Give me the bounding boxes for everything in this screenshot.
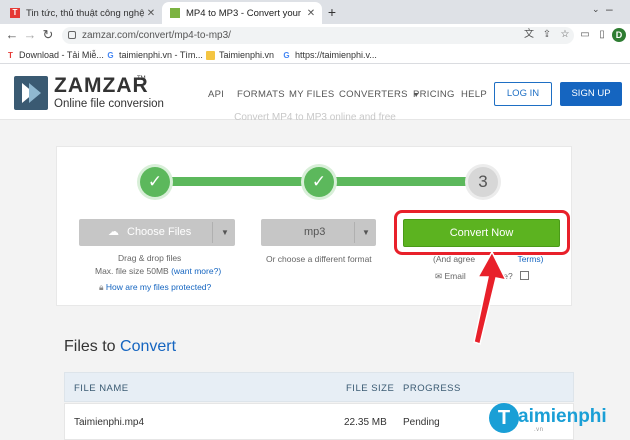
google-icon: G: [283, 50, 290, 60]
format-value: mp3: [304, 226, 326, 238]
column-header: PROGRESS: [403, 383, 461, 394]
max-size-hint: Max. file size 50MB (want more?): [95, 266, 221, 276]
new-tab-icon[interactable]: +: [324, 4, 340, 20]
google-icon: G: [107, 50, 114, 60]
padlock-icon: 🔒︎: [99, 282, 104, 292]
watermark-logo-icon: T: [489, 403, 519, 433]
bookmark-item[interactable]: Taimienphi.vn: [206, 48, 274, 62]
forward-icon[interactable]: →: [22, 27, 38, 43]
bookmark-label: taimienphi.vn - Tìm...: [119, 50, 203, 60]
progress-cell: Pending: [403, 417, 440, 428]
files-protected-row: 🔒︎ How are my files protected?: [99, 282, 211, 293]
tab-title: MP4 to MP3 - Convert your MP4: [186, 7, 304, 19]
tab-title: Tin tức, thủ thuật công nghệ mới: [26, 7, 144, 19]
step-1-check-icon: ✓: [140, 167, 170, 197]
nav-help[interactable]: HELP: [461, 89, 487, 100]
upload-cloud-icon: ☁: [108, 226, 119, 238]
button-divider: [354, 222, 355, 243]
bookmark-label: Download - Tải Miễ...: [19, 50, 104, 60]
zamzar-favicon-icon: [170, 8, 180, 18]
taimienphi-favicon-icon: T: [10, 8, 20, 18]
browser-tab-taimienphi[interactable]: T Tin tức, thủ thuật công nghệ mới ✕: [2, 2, 162, 24]
nav-pricing[interactable]: PRICING: [413, 89, 455, 100]
drag-drop-hint: Drag & drop files: [118, 253, 182, 263]
logo-wordmark[interactable]: ZAMZAR: [54, 74, 149, 98]
extensions-icon[interactable]: ▭: [578, 28, 592, 42]
max-size-text: Max. file size 50MB: [95, 266, 169, 276]
bookmark-item[interactable]: G taimienphi.vn - Tìm...: [106, 48, 203, 62]
folder-icon: [206, 50, 215, 60]
address-bar[interactable]: zamzar.com/convert/mp4-to-mp3/: [62, 27, 574, 44]
file-size-cell: 22.35 MB: [344, 417, 387, 428]
bookmark-star-icon[interactable]: ☆: [558, 28, 572, 42]
lock-icon[interactable]: [68, 31, 76, 39]
reload-icon[interactable]: ↻: [40, 27, 56, 43]
button-divider: [212, 222, 213, 243]
convert-now-button[interactable]: Convert Now: [403, 219, 560, 247]
bookmark-label: Taimienphi.vn: [219, 50, 275, 60]
email-checkbox[interactable]: [520, 271, 529, 280]
nav-my-files[interactable]: MY FILES: [289, 89, 335, 100]
envelope-icon: ✉: [435, 271, 443, 281]
annotation-arrow-icon: [473, 250, 508, 345]
files-title-plain: Files to: [64, 338, 116, 355]
choose-files-label: Choose Files: [127, 226, 192, 238]
nav-converters[interactable]: CONVERTERS ▼: [339, 89, 420, 100]
files-section-title: Files to Convert: [64, 338, 176, 356]
watermark-domain: .vn: [534, 427, 544, 433]
files-title-accent: Convert: [120, 338, 177, 355]
bookmark-label: https://taimienphi.v...: [295, 50, 377, 60]
files-protected-link[interactable]: How are my files protected?: [106, 282, 211, 292]
browser-tab-zamzar[interactable]: MP4 to MP3 - Convert your MP4 ✕: [162, 2, 322, 24]
tab-search-chevron-icon[interactable]: ⌄: [592, 4, 600, 15]
logo-tagline: Online file conversion: [54, 98, 164, 110]
translate-icon[interactable]: 文: [522, 28, 536, 42]
nav-converters-label: CONVERTERS: [339, 89, 408, 100]
trademark-mark: TM: [137, 76, 146, 82]
window-minimize-icon[interactable]: –: [606, 2, 613, 16]
bookmark-item[interactable]: T Download - Tải Miễ...: [6, 48, 104, 62]
nav-api[interactable]: API: [208, 89, 224, 100]
files-table-header: [64, 372, 574, 402]
back-icon[interactable]: ←: [4, 27, 20, 43]
login-button[interactable]: LOG IN: [494, 82, 552, 106]
signup-button[interactable]: SIGN UP: [560, 82, 622, 106]
terms-link[interactable]: Terms): [517, 254, 543, 264]
format-hint: Or choose a different format: [266, 254, 372, 264]
profile-avatar[interactable]: D: [612, 28, 626, 42]
page-subtitle: Convert MP4 to MP3 online and free: [234, 112, 396, 123]
progress-segment: [165, 177, 308, 186]
step-3-indicator: 3: [468, 167, 498, 197]
share-icon[interactable]: ⇪: [540, 28, 554, 42]
chevron-down-icon[interactable]: ▼: [359, 219, 373, 246]
taimienphi-bookmark-icon: T: [8, 50, 13, 60]
file-name-cell: Taimienphi.mp4: [74, 417, 145, 428]
sidepanel-icon[interactable]: ▯: [595, 28, 609, 42]
step-2-check-icon: ✓: [304, 167, 334, 197]
zamzar-logo-icon[interactable]: [14, 76, 48, 110]
nav-formats[interactable]: FORMATS: [237, 89, 285, 100]
watermark-text: aimienphi: [518, 406, 607, 427]
column-header: FILE NAME: [74, 383, 129, 394]
progress-segment: [330, 177, 472, 186]
bookmarks-bar: T Download - Tải Miễ... G taimienphi.vn …: [0, 46, 630, 64]
bookmark-item[interactable]: G https://taimienphi.v...: [282, 48, 377, 62]
close-tab-icon[interactable]: ✕: [144, 8, 158, 19]
column-header: FILE SIZE: [346, 383, 395, 394]
want-more-link[interactable]: (want more?): [171, 266, 221, 276]
url-text: zamzar.com/convert/mp4-to-mp3/: [82, 30, 231, 41]
chevron-down-icon[interactable]: ▼: [218, 219, 232, 246]
close-tab-icon[interactable]: ✕: [304, 8, 318, 19]
